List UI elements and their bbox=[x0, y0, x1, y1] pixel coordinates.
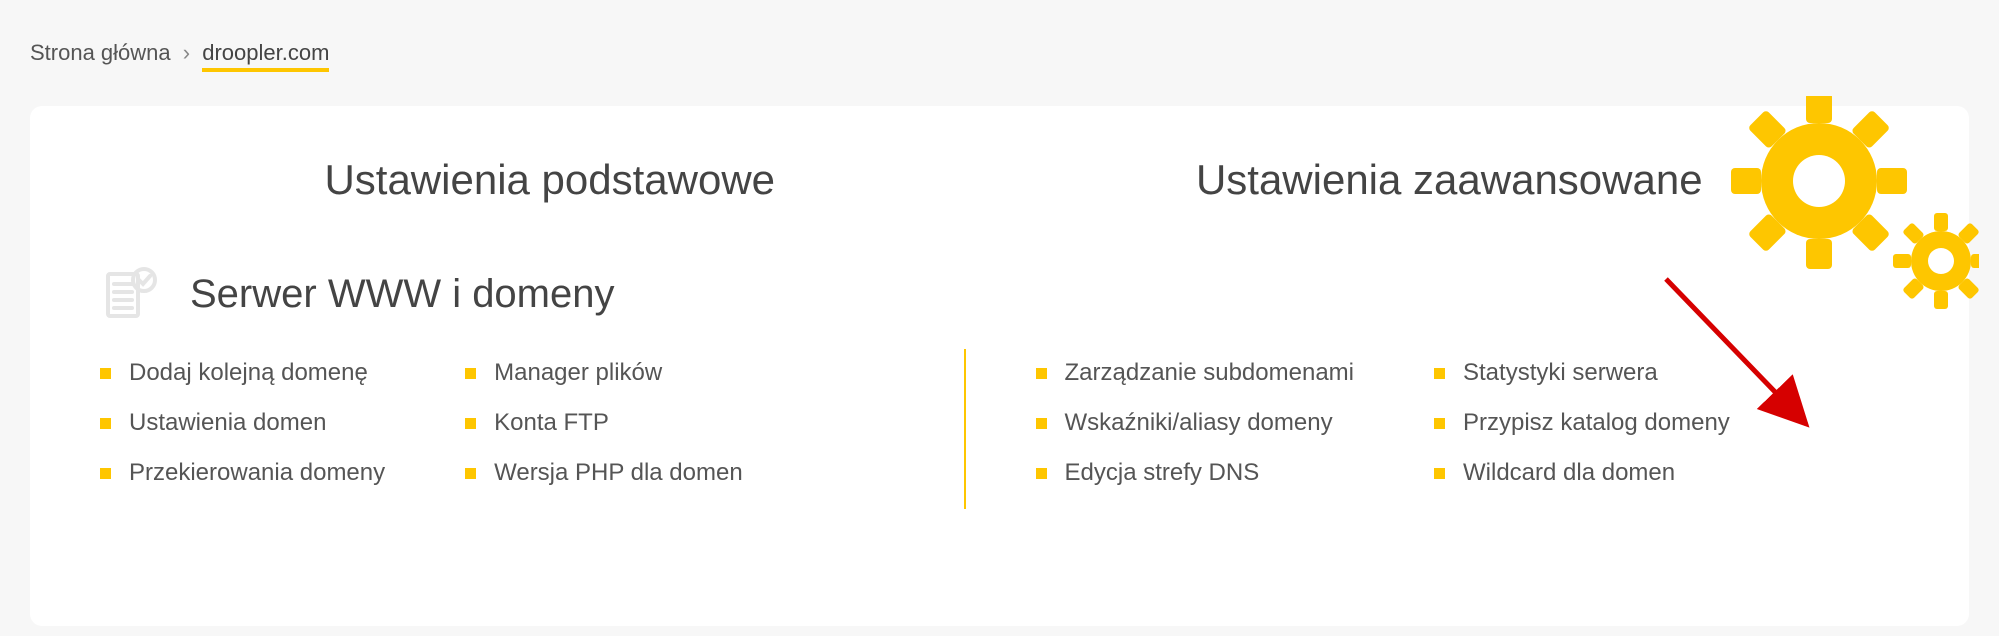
link-label: Statystyki serwera bbox=[1463, 359, 1658, 387]
basic-col-2: Manager plików Konta FTP Wersja PHP dla … bbox=[465, 359, 743, 509]
bullet-icon bbox=[1036, 368, 1047, 379]
bullet-icon bbox=[465, 418, 476, 429]
link-wildcard-domains[interactable]: Wildcard dla domen bbox=[1434, 459, 1730, 487]
header-advanced: Ustawienia zaawansowane bbox=[1000, 156, 1900, 204]
link-label: Zarządzanie subdomenami bbox=[1065, 359, 1355, 387]
link-label: Ustawienia domen bbox=[129, 409, 326, 437]
header-basic: Ustawienia podstawowe bbox=[100, 156, 1000, 204]
link-file-manager[interactable]: Manager plików bbox=[465, 359, 743, 387]
bullet-icon bbox=[100, 468, 111, 479]
bullet-icon bbox=[1036, 468, 1047, 479]
link-label: Przekierowania domeny bbox=[129, 459, 385, 487]
link-label: Wskaźniki/aliasy domeny bbox=[1065, 409, 1333, 437]
bullet-icon bbox=[465, 368, 476, 379]
link-subdomain-management[interactable]: Zarządzanie subdomenami bbox=[1036, 359, 1355, 387]
link-label: Wildcard dla domen bbox=[1463, 459, 1675, 487]
basic-links: Dodaj kolejną domenę Ustawienia domen Pr… bbox=[100, 359, 964, 509]
bullet-icon bbox=[1036, 418, 1047, 429]
bullet-icon bbox=[1434, 418, 1445, 429]
link-label: Przypisz katalog domeny bbox=[1463, 409, 1730, 437]
link-domain-settings[interactable]: Ustawienia domen bbox=[100, 409, 385, 437]
link-domain-aliases[interactable]: Wskaźniki/aliasy domeny bbox=[1036, 409, 1355, 437]
server-icon bbox=[100, 264, 160, 324]
breadcrumb-separator: › bbox=[183, 40, 190, 65]
link-label: Edycja strefy DNS bbox=[1065, 459, 1260, 487]
breadcrumb-current: droopler.com bbox=[202, 40, 329, 72]
link-dns-zone-edit[interactable]: Edycja strefy DNS bbox=[1036, 459, 1355, 487]
bullet-icon bbox=[1434, 468, 1445, 479]
header-basic-col: Ustawienia podstawowe bbox=[100, 156, 1000, 204]
link-add-domain[interactable]: Dodaj kolejną domenę bbox=[100, 359, 385, 387]
bullet-icon bbox=[100, 418, 111, 429]
link-php-version[interactable]: Wersja PHP dla domen bbox=[465, 459, 743, 487]
settings-panel: Ustawienia podstawowe Ustawienia zaawans… bbox=[30, 106, 1969, 626]
link-label: Dodaj kolejną domenę bbox=[129, 359, 368, 387]
links-columns: Dodaj kolejną domenę Ustawienia domen Pr… bbox=[100, 359, 1899, 509]
section-title-row: Serwer WWW i domeny bbox=[100, 264, 1899, 324]
link-label: Konta FTP bbox=[494, 409, 609, 437]
link-server-stats[interactable]: Statystyki serwera bbox=[1434, 359, 1730, 387]
breadcrumb-home[interactable]: Strona główna bbox=[30, 40, 171, 65]
link-label: Manager plików bbox=[494, 359, 662, 387]
basic-col-1: Dodaj kolejną domenę Ustawienia domen Pr… bbox=[100, 359, 385, 509]
bullet-icon bbox=[100, 368, 111, 379]
header-advanced-col: Ustawienia zaawansowane bbox=[1000, 156, 1900, 204]
advanced-links: Zarządzanie subdomenami Wskaźniki/aliasy… bbox=[966, 359, 1900, 509]
link-domain-redirects[interactable]: Przekierowania domeny bbox=[100, 459, 385, 487]
bullet-icon bbox=[465, 468, 476, 479]
advanced-col-1: Zarządzanie subdomenami Wskaźniki/aliasy… bbox=[1036, 359, 1355, 509]
headers-row: Ustawienia podstawowe Ustawienia zaawans… bbox=[100, 156, 1899, 204]
link-assign-domain-directory[interactable]: Przypisz katalog domeny bbox=[1434, 409, 1730, 437]
breadcrumb: Strona główna › droopler.com bbox=[30, 40, 1969, 66]
bullet-icon bbox=[1434, 368, 1445, 379]
link-ftp-accounts[interactable]: Konta FTP bbox=[465, 409, 743, 437]
section-title: Serwer WWW i domeny bbox=[190, 272, 615, 317]
advanced-col-2: Statystyki serwera Przypisz katalog dome… bbox=[1434, 359, 1730, 509]
page: Strona główna › droopler.com bbox=[0, 0, 1999, 626]
link-label: Wersja PHP dla domen bbox=[494, 459, 743, 487]
